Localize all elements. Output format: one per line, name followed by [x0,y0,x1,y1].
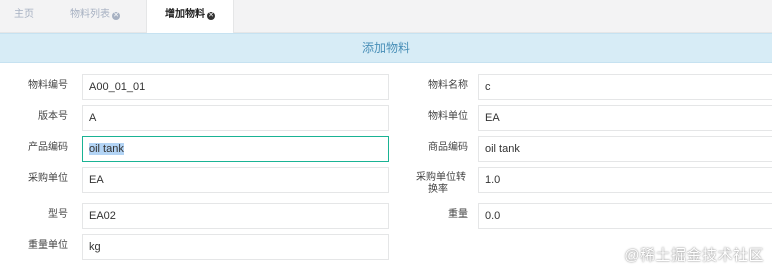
weight-unit-field[interactable]: kg [82,234,389,260]
commodity-code-label: 商品编码 [428,142,468,153]
watermark: @稀土掘金技术社区 [624,247,764,264]
purchase-conversion-rate-field[interactable]: 1.0 [478,167,772,193]
weight-unit-label: 重量单位 [28,240,68,251]
purchase-conversion-rate-label-line2: 换率 [428,184,448,195]
tab-add-material[interactable]: 增加物料 ✕ [146,0,234,33]
product-code-field[interactable]: oil tank [82,136,389,162]
tab-material-list-label: 物料列表 [70,9,110,20]
version-label: 版本号 [38,111,68,122]
tab-home[interactable]: 主页 [14,0,34,32]
weight-label: 重量 [448,209,468,220]
material-unit-label: 物料单位 [428,111,468,122]
selected-text: oil tank [89,143,124,155]
material-code-field[interactable]: A00_01_01 [82,74,389,100]
purchase-conversion-rate-label-line1: 采购单位转 [416,172,466,183]
product-code-label: 产品编码 [28,142,68,153]
commodity-code-field[interactable]: oil tank [478,136,772,162]
material-name-field[interactable]: c [478,74,772,100]
tab-home-label: 主页 [14,9,34,20]
section-title: 添加物料 [0,33,772,63]
material-name-label: 物料名称 [428,80,468,91]
model-field[interactable]: EA02 [82,203,389,229]
tab-material-list[interactable]: 物料列表 ✕ [70,0,120,32]
tab-bar: 主页 物料列表 ✕ 增加物料 ✕ [0,0,772,33]
version-field[interactable]: A [82,105,389,131]
close-icon[interactable]: ✕ [207,12,215,20]
tab-add-material-label: 增加物料 [165,9,205,20]
material-unit-field[interactable]: EA [478,105,772,131]
weight-field[interactable]: 0.0 [478,203,772,229]
material-code-label: 物料编号 [28,80,68,91]
purchase-unit-field[interactable]: EA [82,167,389,193]
purchase-conversion-rate-label: 采购单位转 换率 [416,172,476,196]
model-label: 型号 [48,209,68,220]
close-icon[interactable]: ✕ [112,12,120,20]
purchase-unit-label: 采购单位 [28,173,68,184]
